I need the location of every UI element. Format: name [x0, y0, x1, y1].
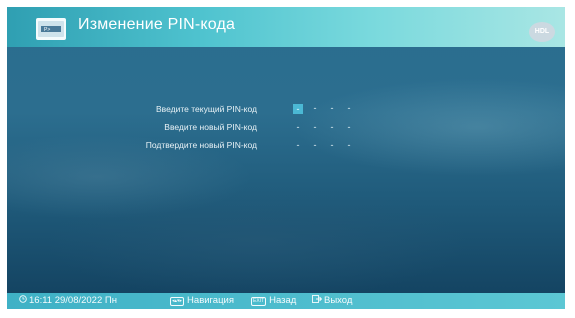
arrows-key-icon: ◂▴▾▸	[170, 297, 185, 306]
page-title: Изменение PIN-кода	[78, 16, 236, 33]
exit-icon	[312, 295, 323, 303]
current-pin-digit-2[interactable]: -	[310, 103, 320, 113]
header-bar: P> Изменение PIN-кода HDL	[7, 7, 565, 47]
confirm-pin-label: Подтвердите новый PIN-код	[145, 140, 257, 150]
confirm-pin-digit-3[interactable]: -	[327, 140, 337, 150]
exit-label: Выход	[324, 295, 353, 306]
footer-bar: 16:11 29/08/2022 Пн ◂▴▾▸ Навигация EXIT На…	[7, 293, 565, 309]
current-pin-digit-1[interactable]: -	[293, 104, 303, 114]
datetime-text: 16:11 29/08/2022 Пн	[29, 295, 117, 306]
navigation-label: Навигация	[187, 295, 234, 306]
new-pin-digit-4[interactable]: -	[344, 122, 354, 132]
footer-hint-back: EXIT Назад	[251, 295, 296, 306]
back-key-icon: EXIT	[251, 297, 267, 306]
new-pin-label: Введите новый PIN-код	[164, 122, 257, 132]
current-pin-digit-4[interactable]: -	[344, 103, 354, 113]
new-pin-digit-2[interactable]: -	[310, 122, 320, 132]
confirm-pin-digit-1[interactable]: -	[293, 140, 303, 150]
svg-text:P>: P>	[44, 27, 50, 33]
pin-change-screen: P> Изменение PIN-кода HDL Введите текущи…	[7, 7, 565, 309]
confirm-pin-digit-2[interactable]: -	[310, 140, 320, 150]
current-pin-digit-3[interactable]: -	[327, 103, 337, 113]
new-pin-digit-1[interactable]: -	[293, 122, 303, 132]
footer-hint-exit: Выход	[312, 295, 352, 306]
current-pin-label: Введите текущий PIN-код	[156, 104, 257, 114]
keyboard-icon: P>	[36, 18, 66, 40]
confirm-pin-digit-4[interactable]: -	[344, 140, 354, 150]
footer-hint-navigation: ◂▴▾▸ Навигация	[170, 295, 234, 306]
brand-logo: HDL	[529, 22, 555, 42]
clock-icon	[19, 295, 27, 303]
status-clock: 16:11 29/08/2022 Пн	[19, 295, 117, 306]
back-label: Назад	[269, 295, 297, 306]
new-pin-digit-3[interactable]: -	[327, 122, 337, 132]
